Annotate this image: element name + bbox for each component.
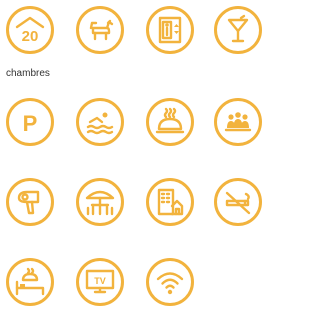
no-smoking-icon <box>214 178 262 226</box>
building-icon <box>146 178 194 226</box>
hair-dryer-icon <box>6 178 54 226</box>
tv-icon: TV <box>76 258 124 306</box>
breakfast-in-bed-icon <box>6 258 54 306</box>
pool-icon <box>76 98 124 146</box>
amenity-caption: chambres <box>6 68 50 79</box>
tv-label: TV <box>94 276 106 286</box>
terrace-icon <box>76 178 124 226</box>
pets-icon <box>76 6 124 54</box>
rooms-count-number: 20 <box>22 28 39 45</box>
elevator-icon <box>146 6 194 54</box>
wifi-icon <box>146 258 194 306</box>
meeting-room-icon <box>214 98 262 146</box>
bar-icon <box>214 6 262 54</box>
parking-letter: P <box>23 111 38 136</box>
parking-icon: P <box>6 98 54 146</box>
room-service-icon <box>146 98 194 146</box>
rooms-count-icon: 20 <box>6 6 54 54</box>
